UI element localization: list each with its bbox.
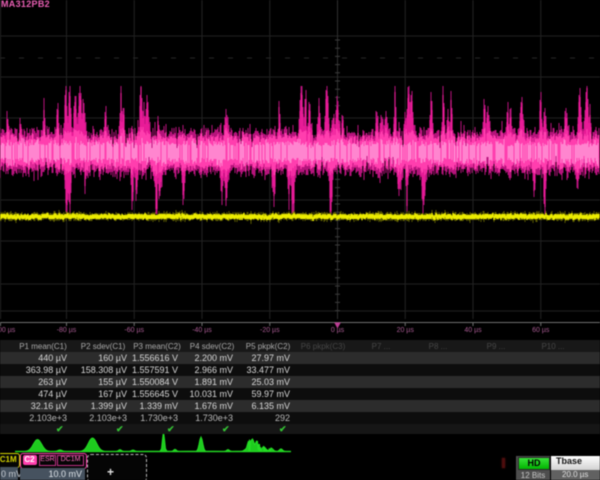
svg-text:-80 µs: -80 µs bbox=[57, 327, 77, 334]
svg-text:-40 µs: -40 µs bbox=[192, 327, 212, 334]
svg-text:60 µs: 60 µs bbox=[532, 327, 550, 334]
svg-text:20 µs: 20 µs bbox=[397, 327, 415, 334]
svg-text:-60 µs: -60 µs bbox=[124, 327, 144, 334]
svg-text:-20 µs: -20 µs bbox=[260, 327, 280, 334]
svg-text:40 µs: 40 µs bbox=[464, 327, 482, 334]
svg-text:MA312PB2: MA312PB2 bbox=[1, 0, 50, 9]
svg-text:-100 µs: -100 µs bbox=[0, 327, 16, 334]
svg-text:0 µs: 0 µs bbox=[331, 327, 345, 334]
